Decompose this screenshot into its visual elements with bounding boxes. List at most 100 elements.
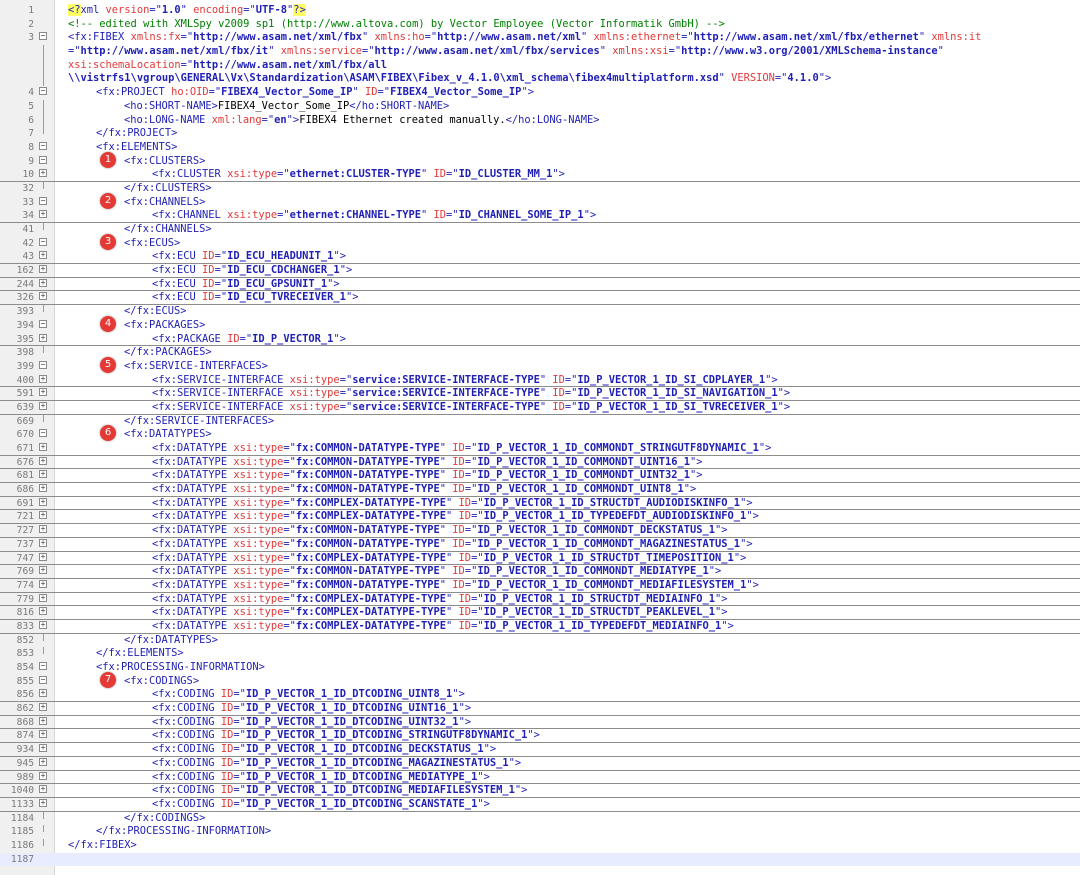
expand-fold-icon[interactable]: +	[39, 703, 47, 712]
collapse-fold-icon[interactable]: −	[39, 675, 47, 684]
expand-fold-icon[interactable]: +	[39, 470, 47, 479]
code-line[interactable]: 737 + <fx:DATATYPE xsi:type="fx:COMMON-DAT…	[0, 538, 1080, 552]
code-line[interactable]: 400 + <fx:SERVICE-INTERFACE xsi:type="serv…	[0, 374, 1080, 388]
code-line[interactable]: 393 </fx:ECUS>	[0, 305, 1080, 319]
expand-fold-icon[interactable]: +	[39, 538, 47, 547]
code-text[interactable]: <!-- edited with XMLSpy v2009 sp1 (http:…	[68, 18, 725, 32]
code-line[interactable]: 43 + <fx:ECU ID="ID_ECU_HEADUNIT_1">	[0, 250, 1080, 265]
code-line[interactable]: 691 + <fx:DATATYPE xsi:type="fx:COMPLEX-DA…	[0, 497, 1080, 511]
collapse-fold-icon[interactable]: −	[39, 237, 47, 246]
code-line[interactable]: 32 </fx:CLUSTERS>	[0, 181, 1080, 196]
code-text[interactable]: </fx:PACKAGES>	[124, 346, 212, 360]
code-line[interactable]: 1186 </fx:FIBEX>	[0, 838, 1080, 853]
code-line[interactable]: 591 + <fx:SERVICE-INTERFACE xsi:type="serv…	[0, 387, 1080, 401]
expand-fold-icon[interactable]: +	[39, 169, 47, 178]
code-text[interactable]: </fx:SERVICE-INTERFACES>	[124, 415, 274, 429]
expand-fold-icon[interactable]: +	[39, 579, 47, 588]
code-line[interactable]: 855− <fx:CODINGS> 7	[0, 671, 1080, 689]
code-text[interactable]: <fx:CHANNELS>	[124, 196, 205, 210]
code-text[interactable]: <fx:DATATYPE xsi:type="fx:COMMON-DATATYP…	[152, 565, 721, 579]
expand-fold-icon[interactable]: +	[39, 620, 47, 629]
code-text[interactable]: <?xml version="1.0" encoding="UTF-8"?>	[68, 4, 306, 18]
code-text[interactable]: <fx:DATATYPE xsi:type="fx:COMMON-DATATYP…	[152, 579, 759, 593]
code-line[interactable]: 747 + <fx:DATATYPE xsi:type="fx:COMPLEX-DA…	[0, 552, 1080, 566]
collapse-fold-icon[interactable]: −	[39, 429, 47, 438]
code-line[interactable]: ="http://www.asam.net/xml/fbx/it" xmlns:…	[0, 45, 1080, 59]
code-text[interactable]: </fx:CODINGS>	[124, 812, 205, 826]
code-text[interactable]: <fx:DATATYPE xsi:type="fx:COMPLEX-DATATY…	[152, 510, 759, 524]
code-text[interactable]: <fx:DATATYPE xsi:type="fx:COMPLEX-DATATY…	[152, 606, 728, 620]
code-line[interactable]: 670− <fx:DATATYPES> 6	[0, 425, 1080, 442]
expand-fold-icon[interactable]: +	[39, 566, 47, 575]
collapse-fold-icon[interactable]: −	[39, 141, 47, 150]
expand-fold-icon[interactable]: +	[39, 333, 47, 342]
expand-fold-icon[interactable]: +	[39, 443, 47, 451]
collapse-fold-icon[interactable]: −	[39, 360, 47, 369]
expand-fold-icon[interactable]: +	[39, 757, 47, 766]
code-text[interactable]: <fx:DATATYPE xsi:type="fx:COMMON-DATATYP…	[152, 456, 703, 470]
code-text[interactable]: <fx:SERVICE-INTERFACE xsi:type="service:…	[152, 401, 790, 415]
code-line[interactable]: 1185 </fx:PROCESSING-INFORMATION>	[0, 825, 1080, 839]
code-line[interactable]: 727 + <fx:DATATYPE xsi:type="fx:COMMON-DAT…	[0, 524, 1080, 538]
expand-fold-icon[interactable]: +	[39, 251, 47, 260]
code-lines[interactable]: 1 <?xml version="1.0" encoding="UTF-8"?> 2…	[0, 4, 1080, 867]
code-text[interactable]: <fx:SERVICE-INTERFACES>	[124, 360, 268, 374]
code-text[interactable]: <fx:PROCESSING-INFORMATION>	[96, 661, 265, 675]
code-text[interactable]: <fx:SERVICE-INTERFACE xsi:type="service:…	[152, 374, 778, 388]
code-line[interactable]: 854− <fx:PROCESSING-INFORMATION>	[0, 661, 1080, 675]
code-line[interactable]: 42− <fx:ECUS> 3	[0, 233, 1080, 251]
collapse-fold-icon[interactable]: −	[39, 155, 47, 164]
code-text[interactable]: <fx:CODING ID="ID_P_VECTOR_1_ID_DTCODING…	[152, 716, 471, 730]
code-text[interactable]: <fx:DATATYPE xsi:type="fx:COMPLEX-DATATY…	[152, 593, 728, 607]
code-line[interactable]: 6 <ho:LONG-NAME xml:lang="en">FIBEX4 Ethe…	[0, 113, 1080, 128]
code-line[interactable]: 1187	[0, 852, 1080, 867]
code-text[interactable]: <fx:DATATYPE xsi:type="fx:COMPLEX-DATATY…	[152, 497, 753, 511]
code-line[interactable]: 868 + <fx:CODING ID="ID_P_VECTOR_1_ID_DTCO…	[0, 716, 1080, 730]
code-line[interactable]: 33− <fx:CHANNELS> 2	[0, 192, 1080, 210]
code-text[interactable]: <fx:ECU ID="ID_ECU_CDCHANGER_1">	[152, 264, 352, 278]
code-line[interactable]: 399− <fx:SERVICE-INTERFACES> 5	[0, 356, 1080, 374]
code-text[interactable]: <fx:DATATYPE xsi:type="fx:COMMON-DATATYP…	[152, 442, 771, 456]
code-line[interactable]: 3− <fx:FIBEX xmlns:fx="http://www.asam.ne…	[0, 31, 1080, 45]
expand-fold-icon[interactable]: +	[39, 593, 47, 602]
expand-fold-icon[interactable]: +	[39, 744, 47, 753]
code-text[interactable]: \\vistrfs1\vgroup\GENERAL\Vx\Standardiza…	[68, 72, 831, 86]
expand-fold-icon[interactable]: +	[39, 456, 47, 465]
code-text[interactable]: <fx:CODING ID="ID_P_VECTOR_1_ID_DTCODING…	[152, 743, 496, 757]
code-text[interactable]: <fx:ECU ID="ID_ECU_TVRECEIVER_1">	[152, 291, 358, 305]
code-line[interactable]: 681 + <fx:DATATYPE xsi:type="fx:COMMON-DAT…	[0, 469, 1080, 484]
code-line[interactable]: 934 + <fx:CODING ID="ID_P_VECTOR_1_ID_DTCO…	[0, 743, 1080, 757]
code-text[interactable]: </fx:PROCESSING-INFORMATION>	[96, 825, 271, 839]
code-text[interactable]: <fx:DATATYPES>	[124, 428, 212, 442]
expand-fold-icon[interactable]: +	[39, 497, 47, 506]
code-line[interactable]: 816 + <fx:DATATYPE xsi:type="fx:COMPLEX-DA…	[0, 606, 1080, 620]
code-line[interactable]: 34 + <fx:CHANNEL xsi:type="ethernet:CHANNE…	[0, 209, 1080, 223]
code-line[interactable]: 686 + <fx:DATATYPE xsi:type="fx:COMMON-DAT…	[0, 483, 1080, 497]
expand-fold-icon[interactable]: +	[39, 798, 47, 807]
code-text[interactable]: <fx:ECU ID="ID_ECU_HEADUNIT_1">	[152, 250, 346, 264]
code-line[interactable]: 769 + <fx:DATATYPE xsi:type="fx:COMMON-DAT…	[0, 565, 1080, 579]
code-line[interactable]: 676 + <fx:DATATYPE xsi:type="fx:COMMON-DAT…	[0, 456, 1080, 470]
code-line[interactable]: 5 <ho:SHORT-NAME>FIBEX4_Vector_Some_IP</h…	[0, 99, 1080, 114]
code-text[interactable]: <fx:ECUS>	[124, 237, 180, 251]
code-text[interactable]: <fx:CODING ID="ID_P_VECTOR_1_ID_DTCODING…	[152, 729, 540, 743]
code-line[interactable]: 833 + <fx:DATATYPE xsi:type="fx:COMPLEX-DA…	[0, 620, 1080, 634]
code-text[interactable]: <fx:DATATYPE xsi:type="fx:COMMON-DATATYP…	[152, 538, 753, 552]
code-text[interactable]: <fx:DATATYPE xsi:type="fx:COMMON-DATATYP…	[152, 469, 703, 483]
expand-fold-icon[interactable]: +	[39, 292, 47, 301]
code-line[interactable]: 989 + <fx:CODING ID="ID_P_VECTOR_1_ID_DTCO…	[0, 771, 1080, 785]
code-text[interactable]: </fx:ECUS>	[124, 305, 187, 319]
code-text[interactable]: <fx:CODING ID="ID_P_VECTOR_1_ID_DTCODING…	[152, 757, 521, 771]
expand-fold-icon[interactable]: +	[39, 401, 47, 410]
code-text[interactable]: <fx:PACKAGES>	[124, 319, 205, 333]
code-text[interactable]: <fx:CODING ID="ID_P_VECTOR_1_ID_DTCODING…	[152, 688, 465, 702]
code-line[interactable]: xsi:schemaLocation="http://www.asam.net/…	[0, 58, 1080, 73]
code-line[interactable]: 945 + <fx:CODING ID="ID_P_VECTOR_1_ID_DTCO…	[0, 757, 1080, 771]
code-line[interactable]: 721 + <fx:DATATYPE xsi:type="fx:COMPLEX-DA…	[0, 510, 1080, 525]
code-text[interactable]: <fx:CODING ID="ID_P_VECTOR_1_ID_DTCODING…	[152, 702, 471, 716]
code-line[interactable]: 2 <!-- edited with XMLSpy v2009 sp1 (http…	[0, 18, 1080, 32]
code-line[interactable]: 852 </fx:DATATYPES>	[0, 633, 1080, 648]
code-text[interactable]: <fx:PACKAGE ID="ID_P_VECTOR_1">	[152, 333, 346, 347]
expand-fold-icon[interactable]: +	[39, 552, 47, 561]
code-line[interactable]: 853 </fx:ELEMENTS>	[0, 647, 1080, 661]
